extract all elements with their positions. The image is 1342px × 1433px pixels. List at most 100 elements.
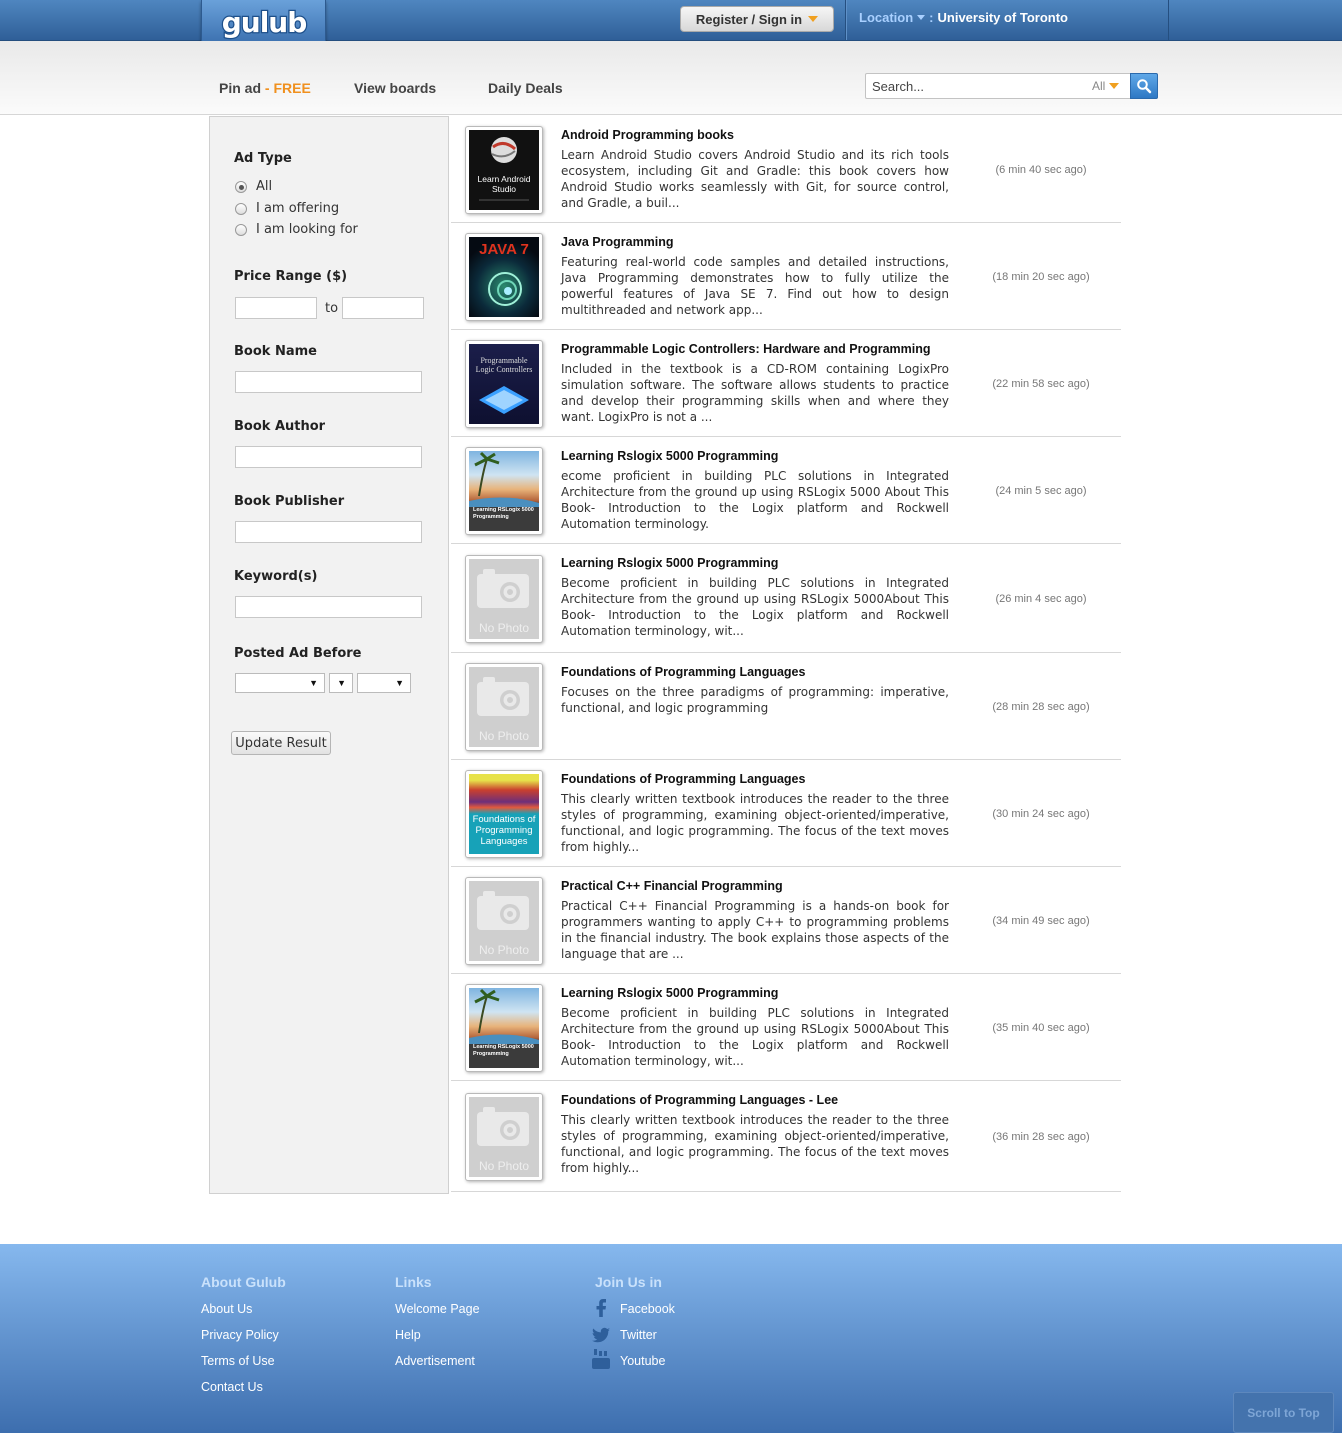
listing-title[interactable]: Foundations of Programming Languages [561,665,805,679]
nav-pin-ad[interactable]: Pin ad - FREE [219,80,311,96]
listing-posted-time: (26 min 4 sec ago) [995,593,1087,605]
book-cover-image: Programmable Logic Controllers [469,344,539,424]
keywords-input[interactable] [235,596,422,618]
footer-link-about-us[interactable]: About Us [201,1302,252,1316]
listing-row[interactable]: Learning RSLogix 5000 Programming Learni… [451,437,1121,544]
listing-posted-time: (28 min 28 sec ago) [992,701,1090,713]
month-select[interactable]: ▼ [235,673,325,693]
footer-link-youtube[interactable]: Youtube [620,1354,665,1368]
book-publisher-input[interactable] [235,521,422,543]
footer-link-facebook[interactable]: Facebook [620,1302,675,1316]
listing-row[interactable]: Foundations of Programming Languages Fou… [451,760,1121,867]
facebook-icon[interactable] [592,1299,610,1317]
no-photo-placeholder: No Photo [469,881,539,961]
listing-posted-time: (22 min 58 sec ago) [992,378,1090,390]
footer-link-advertisement[interactable]: Advertisement [395,1354,475,1368]
listing-row[interactable]: Learn Android Studio Android Programming… [451,116,1121,223]
listing-title[interactable]: Learning Rslogix 5000 Programming [561,449,778,463]
listing-posted-time: (30 min 24 sec ago) [992,808,1090,820]
chevron-down-icon [1109,83,1120,89]
logo-wordmark: gulub [220,6,308,40]
footer-link-twitter[interactable]: Twitter [620,1328,657,1342]
nav-daily-deals[interactable]: Daily Deals [488,80,563,96]
listing-title[interactable]: Practical C++ Financial Programming [561,879,783,893]
listing-thumbnail[interactable]: No Photo [465,663,543,751]
listing-thumbnail[interactable]: Foundations of Programming Languages [465,770,543,858]
search-scope-select[interactable]: All [1092,79,1120,93]
footer-links-heading: Links [395,1274,432,1290]
location-selector[interactable]: Location : University of Toronto [859,10,1068,25]
listing-row[interactable]: JAVA 7 Java Programming Featuring real-w… [451,223,1121,330]
scroll-to-top-button[interactable]: Scroll to Top [1233,1392,1334,1433]
radio-all[interactable]: All [235,179,272,194]
listing-row[interactable]: No Photo Foundations of Programming Lang… [451,1081,1121,1192]
footer-link-terms-of-use[interactable]: Terms of Use [201,1354,275,1368]
listing-posted-time: (24 min 5 sec ago) [995,485,1087,497]
no-photo-placeholder: No Photo [469,667,539,747]
listing-thumbnail[interactable]: Learning RSLogix 5000 Programming [465,447,543,535]
listing-title[interactable]: Android Programming books [561,128,734,142]
listing-row[interactable]: No Photo Practical C++ Financial Program… [451,867,1121,974]
footer: About Gulub About Us Privacy Policy Term… [0,1244,1342,1433]
listing-title[interactable]: Programmable Logic Controllers: Hardware… [561,342,931,356]
youtube-icon[interactable] [592,1349,610,1369]
search-icon [1137,79,1152,94]
book-publisher-heading: Book Publisher [234,494,345,509]
chevron-down-icon [808,16,819,22]
register-signin-button[interactable]: Register / Sign in [680,6,834,32]
footer-link-contact-us[interactable]: Contact Us [201,1380,263,1394]
footer-link-help[interactable]: Help [395,1328,421,1342]
listing-title[interactable]: Foundations of Programming Languages [561,772,805,786]
listing-row[interactable]: No Photo Foundations of Programming Lang… [451,653,1121,760]
listing-thumbnail[interactable]: No Photo [465,877,543,965]
twitter-icon[interactable] [592,1326,610,1344]
listing-row[interactable]: Programmable Logic Controllers Programma… [451,330,1121,437]
listing-title[interactable]: Learning Rslogix 5000 Programming [561,986,778,1000]
price-min-input[interactable] [235,297,317,319]
footer-link-welcome-page[interactable]: Welcome Page [395,1302,480,1316]
listing-thumbnail[interactable]: Learn Android Studio [465,126,543,214]
listing-description: This clearly written textbook introduces… [561,792,949,854]
price-max-input[interactable] [342,297,424,319]
listing-thumbnail[interactable]: No Photo [465,555,543,643]
listing-thumbnail[interactable]: Learning RSLogix 5000 Programming [465,984,543,1072]
nav-bar: Pin ad - FREE View boards Daily Deals Al… [0,41,1342,115]
svg-text:gulub: gulub [221,6,306,39]
listing-posted-time: (6 min 40 sec ago) [995,164,1087,176]
radio-looking-for[interactable]: I am looking for [235,222,358,237]
listing-thumbnail[interactable]: No Photo [465,1093,543,1181]
listing-posted-time: (34 min 49 sec ago) [992,915,1090,927]
radio-button[interactable] [235,180,247,193]
no-photo-placeholder: No Photo [469,1097,539,1177]
book-author-input[interactable] [235,446,422,468]
book-cover-image: Foundations of Programming Languages [469,774,539,854]
book-author-heading: Book Author [234,419,326,434]
listing-row[interactable]: Learning RSLogix 5000 Programming Learni… [451,974,1121,1081]
search-button[interactable] [1130,73,1158,99]
listing-thumbnail[interactable]: Programmable Logic Controllers [465,340,543,428]
no-photo-placeholder: No Photo [469,559,539,639]
book-name-input[interactable] [235,371,422,393]
update-result-button[interactable]: Update Result [231,731,331,755]
year-select[interactable]: ▼ [357,673,411,693]
search-input[interactable] [866,74,1086,98]
radio-button[interactable] [235,202,247,215]
footer-join-heading: Join Us in [595,1274,662,1290]
listing-title[interactable]: Java Programming [561,235,674,249]
ad-type-heading: Ad Type [234,151,292,166]
listing-row[interactable]: No Photo Learning Rslogix 5000 Programmi… [451,544,1121,653]
site-logo[interactable]: gulub [201,0,326,46]
footer-link-privacy-policy[interactable]: Privacy Policy [201,1328,279,1342]
nav-view-boards[interactable]: View boards [354,80,436,96]
day-select[interactable]: ▼ [329,673,353,693]
listing-thumbnail[interactable]: JAVA 7 [465,233,543,321]
book-cover-image: Learning RSLogix 5000 Programming [469,451,539,531]
location-label: Location [859,10,914,25]
listing-title[interactable]: Foundations of Programming Languages - L… [561,1093,838,1107]
listing-title[interactable]: Learning Rslogix 5000 Programming [561,556,778,570]
radio-button[interactable] [235,223,247,236]
location-value: University of Toronto [937,10,1068,25]
search-box: All [865,73,1158,99]
radio-offering[interactable]: I am offering [235,201,339,216]
listing-description: Become proficient in building PLC soluti… [561,576,949,638]
